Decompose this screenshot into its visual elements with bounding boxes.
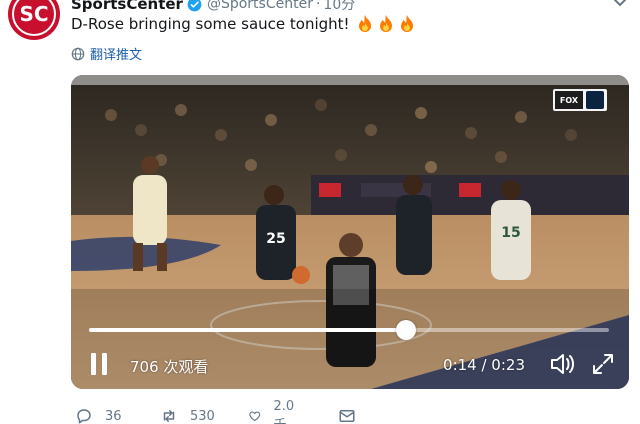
translate-label: 翻译推文 — [90, 48, 143, 63]
heart-icon — [249, 411, 261, 422]
progress-bar[interactable] — [89, 320, 609, 340]
tweet-time[interactable]: 10分 — [323, 0, 355, 14]
pause-icon — [91, 353, 96, 375]
reply-count: 36 — [105, 408, 122, 424]
fire-emojis — [355, 14, 417, 34]
chevron-down-icon[interactable] — [612, 0, 628, 10]
envelope-icon — [339, 410, 355, 422]
user-handle[interactable]: @SportsCenter — [207, 0, 313, 12]
broadcast-bug: FOX — [553, 89, 607, 111]
fire-emoji — [400, 15, 413, 32]
retweet-count: 530 — [190, 408, 215, 424]
fire-emoji — [379, 15, 392, 32]
tweet-header: SportsCenter @SportsCenter · 10分 — [71, 0, 355, 14]
fullscreen-button[interactable] — [591, 352, 615, 376]
video-frame: 25 15 — [71, 75, 629, 389]
view-count: 706 次观看 — [130, 358, 209, 376]
video-timecode: 0:14 / 0:23 — [443, 356, 525, 374]
globe-icon — [71, 47, 85, 60]
like-button[interactable]: 2.0千 — [248, 399, 299, 424]
separator-dot: · — [315, 0, 321, 12]
translate-tweet-link[interactable]: 翻译推文 — [71, 44, 142, 63]
retweet-icon — [163, 410, 175, 422]
sportscenter-logo: SC — [12, 0, 56, 36]
fox-logo: FOX — [555, 91, 583, 109]
tweet-text: D-Rose bringing some sauce tonight! — [71, 14, 417, 34]
retweet-button[interactable]: 530 — [160, 407, 215, 424]
like-count: 2.0千 — [273, 399, 295, 424]
reply-button[interactable]: 36 — [75, 407, 122, 424]
display-name[interactable]: SportsCenter — [71, 0, 183, 13]
pause-icon — [102, 353, 107, 375]
direct-message-button[interactable] — [338, 407, 368, 424]
volume-button[interactable] — [549, 351, 577, 377]
jersey-number-15: 15 — [501, 225, 520, 241]
pause-button[interactable] — [87, 351, 111, 377]
avatar[interactable]: SC — [8, 0, 60, 40]
team-logo-icon — [586, 91, 604, 109]
fire-emoji — [358, 15, 371, 32]
verified-badge-icon — [187, 0, 202, 12]
svg-text:SC: SC — [19, 2, 48, 26]
tweet-body: D-Rose bringing some sauce tonight! — [71, 15, 350, 33]
jersey-number-25: 25 — [266, 231, 285, 247]
volume-icon — [551, 354, 574, 374]
video-player[interactable]: 25 15 FOX 706 次观看 0:14 / 0:23 — [71, 75, 629, 389]
progress-fill — [89, 328, 407, 332]
reply-icon — [77, 409, 91, 424]
fullscreen-icon — [593, 354, 613, 374]
